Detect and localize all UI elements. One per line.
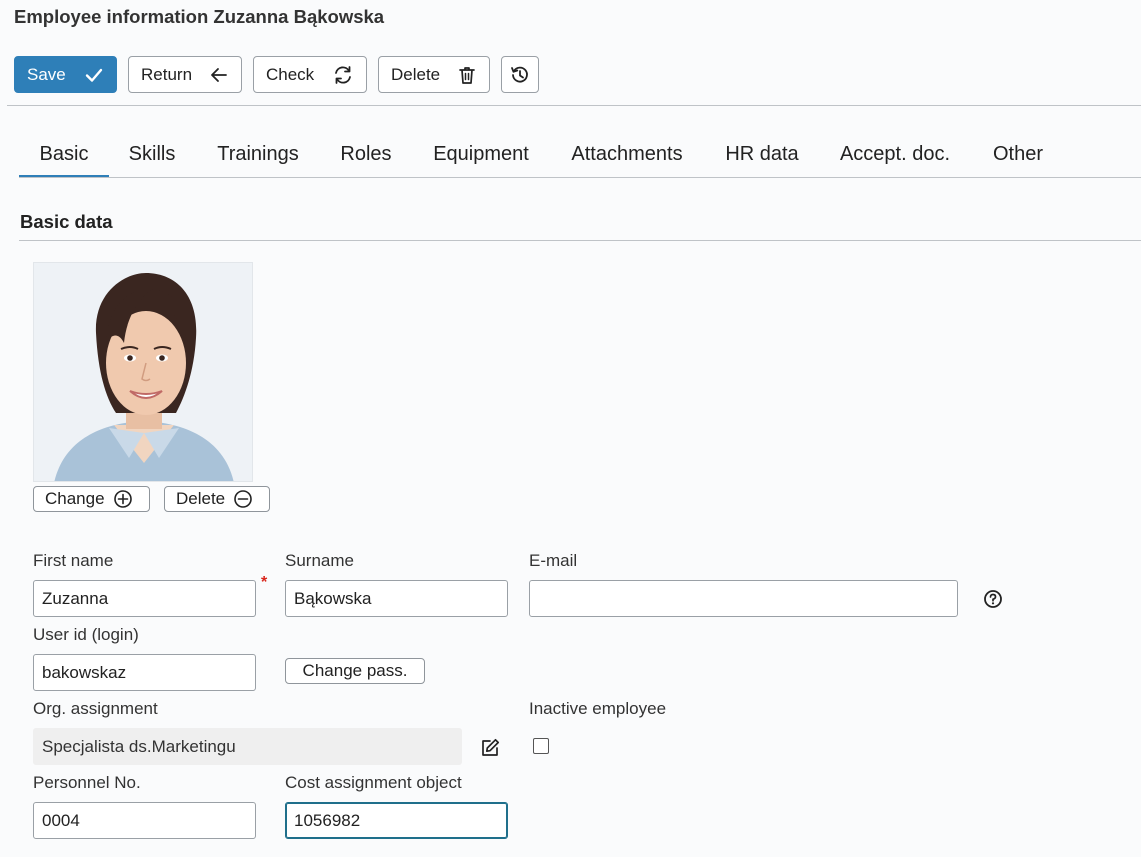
- cost-assignment-input[interactable]: [285, 802, 508, 839]
- section-divider: [19, 240, 1141, 241]
- personnel-no-input[interactable]: [33, 802, 256, 839]
- inactive-employee-label: Inactive employee: [529, 699, 667, 718]
- surname-label: Surname: [285, 551, 354, 570]
- change-photo-label: Change: [45, 489, 105, 508]
- save-button[interactable]: Save: [14, 56, 117, 93]
- check-button[interactable]: Check: [253, 56, 367, 93]
- tab-trainings[interactable]: Trainings: [210, 134, 306, 178]
- tab-hr-data[interactable]: HR data: [719, 134, 805, 178]
- email-input[interactable]: [529, 580, 958, 617]
- email-label: E-mail: [529, 551, 578, 570]
- first-name-label: First name: [33, 551, 114, 570]
- inactive-employee-checkbox[interactable]: [533, 738, 549, 754]
- tab-accept-doc[interactable]: Accept. doc.: [834, 134, 956, 178]
- user-id-label: User id (login): [33, 625, 139, 644]
- org-assignment-label: Org. assignment: [33, 699, 158, 718]
- minus-circle-icon: [234, 490, 252, 508]
- section-title: Basic data: [20, 211, 113, 232]
- required-marker: *: [261, 574, 268, 591]
- change-password-button[interactable]: Change pass.: [285, 658, 425, 684]
- return-button[interactable]: Return: [128, 56, 242, 93]
- user-id-input[interactable]: [33, 654, 256, 691]
- trash-icon: [459, 66, 475, 84]
- check-button-label: Check: [266, 64, 315, 84]
- question-circle-icon[interactable]: [982, 588, 1004, 610]
- surname-input[interactable]: [285, 580, 508, 617]
- tab-attachments[interactable]: Attachments: [564, 134, 690, 178]
- delete-photo-label: Delete: [176, 489, 226, 508]
- refresh-icon: [335, 65, 351, 84]
- delete-button-label: Delete: [391, 64, 441, 84]
- employee-photo: [33, 262, 253, 482]
- arrow-left-icon: [211, 67, 227, 82]
- org-assignment-input[interactable]: [33, 728, 462, 765]
- delete-photo-button[interactable]: Delete: [164, 486, 270, 512]
- personnel-no-label: Personnel No.: [33, 773, 141, 792]
- plus-circle-icon: [113, 490, 132, 508]
- history-button[interactable]: [501, 56, 539, 93]
- history-icon: [511, 66, 528, 83]
- delete-button[interactable]: Delete: [378, 56, 490, 93]
- cost-assignment-label: Cost assignment object: [285, 773, 462, 792]
- tab-equipment[interactable]: Equipment: [427, 134, 535, 178]
- first-name-input[interactable]: [33, 580, 256, 617]
- tab-other[interactable]: Other: [986, 134, 1050, 178]
- tab-basic[interactable]: Basic: [19, 134, 109, 178]
- page-title: Employee information Zuzanna Bąkowska: [14, 6, 385, 27]
- toolbar-divider: [7, 105, 1141, 106]
- tab-bar-divider: [19, 177, 1141, 178]
- save-button-label: Save: [27, 64, 66, 84]
- check-icon: [85, 68, 103, 82]
- change-photo-button[interactable]: Change: [33, 486, 150, 512]
- return-button-label: Return: [141, 64, 193, 84]
- edit-icon[interactable]: [478, 737, 502, 759]
- tab-skills[interactable]: Skills: [120, 134, 184, 178]
- tab-roles[interactable]: Roles: [334, 134, 398, 178]
